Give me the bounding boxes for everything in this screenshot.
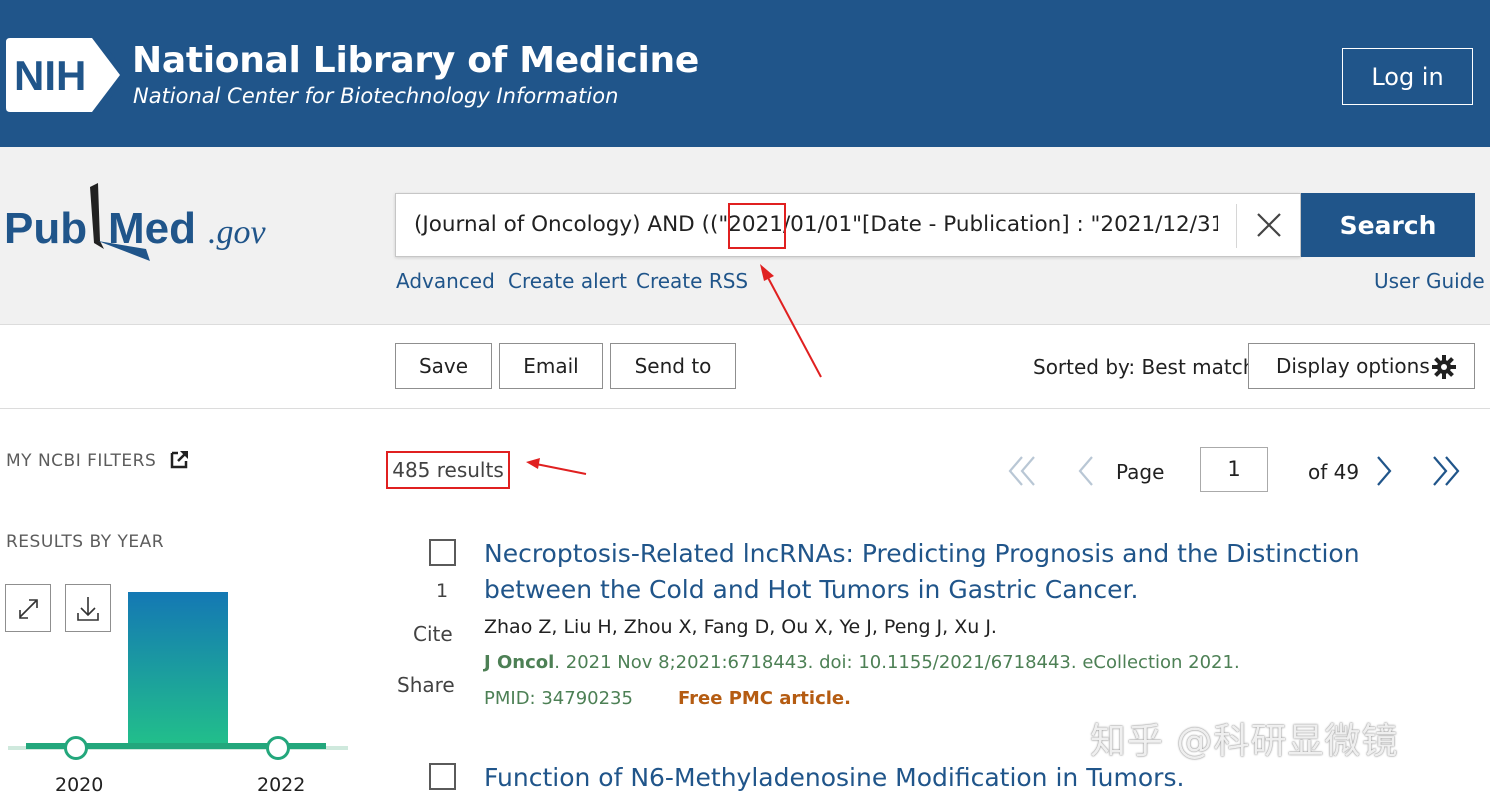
display-options-label: Display options (1276, 354, 1430, 378)
result-citation: J Oncol. 2021 Nov 8;2021:6718443. doi: 1… (484, 652, 1240, 673)
result-checkbox[interactable] (429, 539, 456, 566)
display-options-button[interactable]: Display options (1248, 343, 1475, 389)
pubmed-logo-suffix: .gov (208, 214, 267, 251)
nih-title[interactable]: National Library of Medicine (132, 40, 699, 81)
result-checkbox[interactable] (429, 763, 456, 790)
expand-chart-button[interactable] (5, 584, 51, 632)
search-box[interactable]: (Journal of Oncology) AND (("2021/01/01"… (395, 193, 1301, 257)
result-citation-details: . 2021 Nov 8;2021:6718443. doi: 10.1155/… (554, 652, 1240, 673)
page-number-input[interactable]: 1 (1200, 447, 1268, 492)
results-by-year-heading: RESULTS BY YEAR (6, 532, 165, 552)
gear-icon (1432, 355, 1456, 379)
download-icon (77, 597, 99, 621)
user-guide-link[interactable]: User Guide (1374, 269, 1485, 293)
search-button[interactable]: Search (1301, 193, 1475, 257)
result-title-link[interactable]: Necroptosis-Related lncRNAs: Predicting … (484, 536, 1464, 608)
free-pmc-article-badge: Free PMC article. (678, 688, 851, 709)
watermark: 知乎 @科研显微镜 (1090, 721, 1399, 762)
results-count: 485 results (386, 451, 510, 489)
search-input[interactable]: (Journal of Oncology) AND (("2021/01/01"… (414, 194, 1218, 256)
my-ncbi-filters-heading: MY NCBI FILTERS (6, 451, 157, 471)
send-to-button[interactable]: Send to (610, 343, 736, 389)
result-authors: Zhao Z, Liu H, Zhou X, Fang D, Ou X, Ye … (484, 616, 997, 638)
share-button[interactable]: Share (397, 673, 455, 697)
sorted-by-label[interactable]: Sorted by: Best match (1033, 355, 1255, 379)
previous-page-icon[interactable] (1072, 454, 1098, 488)
download-chart-button[interactable] (65, 584, 111, 632)
nih-header: NIH National Library of Medicine Nationa… (0, 0, 1490, 147)
results-year-bar[interactable] (128, 592, 228, 747)
year-start-label: 2020 (55, 774, 104, 796)
login-button[interactable]: Log in (1342, 48, 1473, 105)
last-page-icon[interactable] (1428, 454, 1462, 488)
result-pmid: PMID: 34790235 (484, 688, 633, 709)
first-page-icon[interactable] (1006, 454, 1040, 488)
expand-icon (19, 599, 38, 619)
nih-logo-text: NIH (14, 52, 86, 99)
page-label: Page (1116, 460, 1165, 484)
result-title-link[interactable]: Function of N6-Methyladenosine Modificat… (484, 760, 1184, 796)
cite-button[interactable]: Cite (413, 622, 453, 646)
nih-logo[interactable]: NIH (6, 38, 122, 112)
advanced-link[interactable]: Advanced (396, 269, 495, 293)
pubmed-logo-left: Pub (4, 204, 87, 253)
annotation-highlight-box (728, 203, 786, 249)
of-pages-label: of 49 (1308, 460, 1360, 484)
pubmed-logo[interactable]: Pub Med .gov (4, 183, 284, 263)
result-journal: J Oncol (484, 652, 555, 673)
year-end-label: 2022 (257, 774, 306, 796)
external-link-icon[interactable] (170, 449, 190, 469)
create-alert-link[interactable]: Create alert (508, 269, 627, 293)
nih-subtitle: National Center for Biotechnology Inform… (133, 84, 619, 108)
search-divider (1236, 204, 1237, 248)
result-number: 1 (436, 580, 449, 602)
year-end-handle[interactable] (266, 736, 290, 760)
pubmed-logo-right: Med (108, 204, 196, 253)
next-page-icon[interactable] (1372, 454, 1398, 488)
clear-icon[interactable] (1254, 210, 1284, 240)
year-start-handle[interactable] (64, 736, 88, 760)
save-button[interactable]: Save (395, 343, 492, 389)
annotation-arrow-results (526, 458, 587, 475)
create-rss-link[interactable]: Create RSS (636, 269, 748, 293)
email-button[interactable]: Email (499, 343, 603, 389)
